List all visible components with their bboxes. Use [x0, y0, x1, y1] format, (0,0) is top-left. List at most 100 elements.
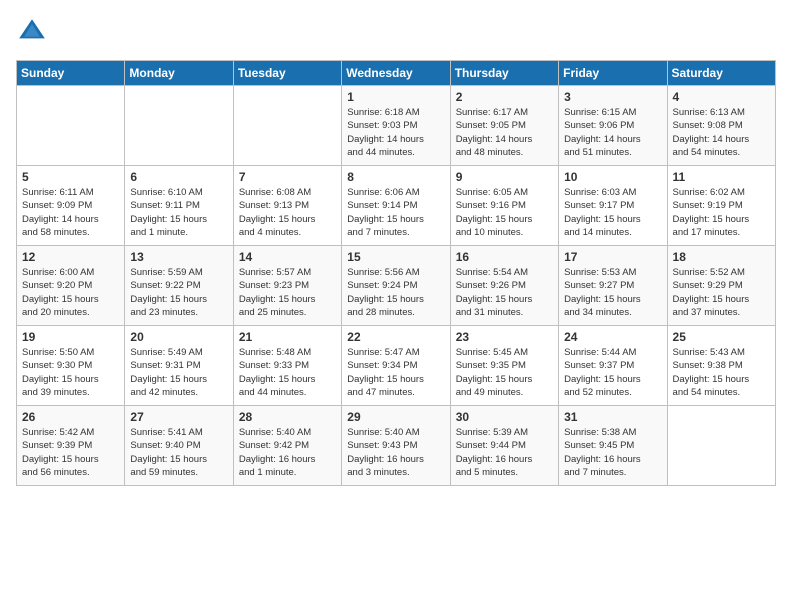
day-number: 12: [22, 250, 119, 264]
header-friday: Friday: [559, 61, 667, 86]
day-info: Sunrise: 5:38 AM Sunset: 9:45 PM Dayligh…: [564, 426, 661, 479]
day-cell: 25 Sunrise: 5:43 AM Sunset: 9:38 PM Dayli…: [667, 326, 775, 406]
day-cell: 5Sunrise: 6:11 AM Sunset: 9:09 PM Daylig…: [17, 166, 125, 246]
day-number: 27: [130, 410, 227, 424]
day-cell: 10 Sunrise: 6:03 AM Sunset: 9:17 PM Dayli…: [559, 166, 667, 246]
day-number: 23: [456, 330, 553, 344]
day-info: Sunrise: 6:03 AM Sunset: 9:17 PM Dayligh…: [564, 186, 661, 239]
day-cell: [667, 406, 775, 486]
day-number: 19: [22, 330, 119, 344]
day-info: Sunrise: 6:17 AM Sunset: 9:05 PM Dayligh…: [456, 106, 553, 159]
day-info: Sunrise: 5:39 AM Sunset: 9:44 PM Dayligh…: [456, 426, 553, 479]
day-cell: 11 Sunrise: 6:02 AM Sunset: 9:19 PM Dayli…: [667, 166, 775, 246]
calendar-table: SundayMondayTuesdayWednesdayThursdayFrid…: [16, 60, 776, 486]
day-number: 9: [456, 170, 553, 184]
day-number: 8: [347, 170, 444, 184]
day-cell: 8 Sunrise: 6:06 AM Sunset: 9:14 PM Daylig…: [342, 166, 450, 246]
day-number: 25: [673, 330, 770, 344]
day-number: 5: [22, 170, 119, 184]
day-cell: 21 Sunrise: 5:48 AM Sunset: 9:33 PM Dayli…: [233, 326, 341, 406]
day-number: 31: [564, 410, 661, 424]
day-number: 2: [456, 90, 553, 104]
day-cell: 7 Sunrise: 6:08 AM Sunset: 9:13 PM Daylig…: [233, 166, 341, 246]
day-cell: [17, 86, 125, 166]
day-number: 14: [239, 250, 336, 264]
day-info: Sunrise: 5:57 AM Sunset: 9:23 PM Dayligh…: [239, 266, 336, 319]
day-info: Sunrise: 5:50 AM Sunset: 9:30 PM Dayligh…: [22, 346, 119, 399]
day-info: Sunrise: 6:13 AM Sunset: 9:08 PM Dayligh…: [673, 106, 770, 159]
day-number: 11: [673, 170, 770, 184]
day-info: Sunrise: 6:08 AM Sunset: 9:13 PM Dayligh…: [239, 186, 336, 239]
day-info: Sunrise: 5:43 AM Sunset: 9:38 PM Dayligh…: [673, 346, 770, 399]
week-row-3: 12 Sunrise: 6:00 AM Sunset: 9:20 PM Dayli…: [17, 246, 776, 326]
day-info: Sunrise: 6:00 AM Sunset: 9:20 PM Dayligh…: [22, 266, 119, 319]
logo-icon: [16, 16, 48, 48]
day-number: 24: [564, 330, 661, 344]
day-info: Sunrise: 6:02 AM Sunset: 9:19 PM Dayligh…: [673, 186, 770, 239]
day-cell: 17Sunrise: 5:53 AM Sunset: 9:27 PM Dayli…: [559, 246, 667, 326]
day-number: 28: [239, 410, 336, 424]
day-info: Sunrise: 5:52 AM Sunset: 9:29 PM Dayligh…: [673, 266, 770, 319]
page-header: [16, 16, 776, 48]
day-cell: 23 Sunrise: 5:45 AM Sunset: 9:35 PM Dayli…: [450, 326, 558, 406]
day-cell: 13 Sunrise: 5:59 AM Sunset: 9:22 PM Dayli…: [125, 246, 233, 326]
day-info: Sunrise: 6:18 AM Sunset: 9:03 PM Dayligh…: [347, 106, 444, 159]
day-cell: 12 Sunrise: 6:00 AM Sunset: 9:20 PM Dayli…: [17, 246, 125, 326]
day-cell: 30 Sunrise: 5:39 AM Sunset: 9:44 PM Dayli…: [450, 406, 558, 486]
day-info: Sunrise: 6:15 AM Sunset: 9:06 PM Dayligh…: [564, 106, 661, 159]
day-cell: 29Sunrise: 5:40 AM Sunset: 9:43 PM Dayli…: [342, 406, 450, 486]
day-number: 15: [347, 250, 444, 264]
day-info: Sunrise: 5:40 AM Sunset: 9:42 PM Dayligh…: [239, 426, 336, 479]
day-cell: 27 Sunrise: 5:41 AM Sunset: 9:40 PM Dayli…: [125, 406, 233, 486]
day-info: Sunrise: 5:59 AM Sunset: 9:22 PM Dayligh…: [130, 266, 227, 319]
day-cell: 24 Sunrise: 5:44 AM Sunset: 9:37 PM Dayli…: [559, 326, 667, 406]
day-number: 3: [564, 90, 661, 104]
week-row-1: 1 Sunrise: 6:18 AM Sunset: 9:03 PM Daylig…: [17, 86, 776, 166]
day-number: 10: [564, 170, 661, 184]
day-number: 21: [239, 330, 336, 344]
day-cell: 15 Sunrise: 5:56 AM Sunset: 9:24 PM Dayli…: [342, 246, 450, 326]
day-number: 6: [130, 170, 227, 184]
day-cell: 9 Sunrise: 6:05 AM Sunset: 9:16 PM Daylig…: [450, 166, 558, 246]
day-info: Sunrise: 5:41 AM Sunset: 9:40 PM Dayligh…: [130, 426, 227, 479]
day-info: Sunrise: 5:54 AM Sunset: 9:26 PM Dayligh…: [456, 266, 553, 319]
day-info: Sunrise: 5:48 AM Sunset: 9:33 PM Dayligh…: [239, 346, 336, 399]
day-cell: 22Sunrise: 5:47 AM Sunset: 9:34 PM Dayli…: [342, 326, 450, 406]
day-number: 20: [130, 330, 227, 344]
day-number: 29: [347, 410, 444, 424]
day-info: Sunrise: 6:05 AM Sunset: 9:16 PM Dayligh…: [456, 186, 553, 239]
day-cell: 19 Sunrise: 5:50 AM Sunset: 9:30 PM Dayli…: [17, 326, 125, 406]
day-number: 1: [347, 90, 444, 104]
day-cell: 26Sunrise: 5:42 AM Sunset: 9:39 PM Dayli…: [17, 406, 125, 486]
day-number: 17: [564, 250, 661, 264]
day-cell: 3 Sunrise: 6:15 AM Sunset: 9:06 PM Daylig…: [559, 86, 667, 166]
day-cell: 6Sunrise: 6:10 AM Sunset: 9:11 PM Daylig…: [125, 166, 233, 246]
logo: [16, 16, 52, 48]
day-number: 7: [239, 170, 336, 184]
header-thursday: Thursday: [450, 61, 558, 86]
day-cell: 18 Sunrise: 5:52 AM Sunset: 9:29 PM Dayli…: [667, 246, 775, 326]
header-saturday: Saturday: [667, 61, 775, 86]
day-info: Sunrise: 5:45 AM Sunset: 9:35 PM Dayligh…: [456, 346, 553, 399]
header-row: SundayMondayTuesdayWednesdayThursdayFrid…: [17, 61, 776, 86]
header-wednesday: Wednesday: [342, 61, 450, 86]
day-cell: 31 Sunrise: 5:38 AM Sunset: 9:45 PM Dayli…: [559, 406, 667, 486]
day-info: Sunrise: 5:42 AM Sunset: 9:39 PM Dayligh…: [22, 426, 119, 479]
day-number: 13: [130, 250, 227, 264]
day-info: Sunrise: 5:44 AM Sunset: 9:37 PM Dayligh…: [564, 346, 661, 399]
header-tuesday: Tuesday: [233, 61, 341, 86]
header-sunday: Sunday: [17, 61, 125, 86]
day-number: 30: [456, 410, 553, 424]
day-number: 22: [347, 330, 444, 344]
day-info: Sunrise: 6:06 AM Sunset: 9:14 PM Dayligh…: [347, 186, 444, 239]
week-row-5: 26Sunrise: 5:42 AM Sunset: 9:39 PM Dayli…: [17, 406, 776, 486]
day-cell: 1 Sunrise: 6:18 AM Sunset: 9:03 PM Daylig…: [342, 86, 450, 166]
day-cell: [233, 86, 341, 166]
day-number: 18: [673, 250, 770, 264]
day-cell: 20Sunrise: 5:49 AM Sunset: 9:31 PM Dayli…: [125, 326, 233, 406]
day-cell: 16Sunrise: 5:54 AM Sunset: 9:26 PM Dayli…: [450, 246, 558, 326]
day-cell: 4 Sunrise: 6:13 AM Sunset: 9:08 PM Daylig…: [667, 86, 775, 166]
day-number: 4: [673, 90, 770, 104]
header-monday: Monday: [125, 61, 233, 86]
day-info: Sunrise: 5:56 AM Sunset: 9:24 PM Dayligh…: [347, 266, 444, 319]
